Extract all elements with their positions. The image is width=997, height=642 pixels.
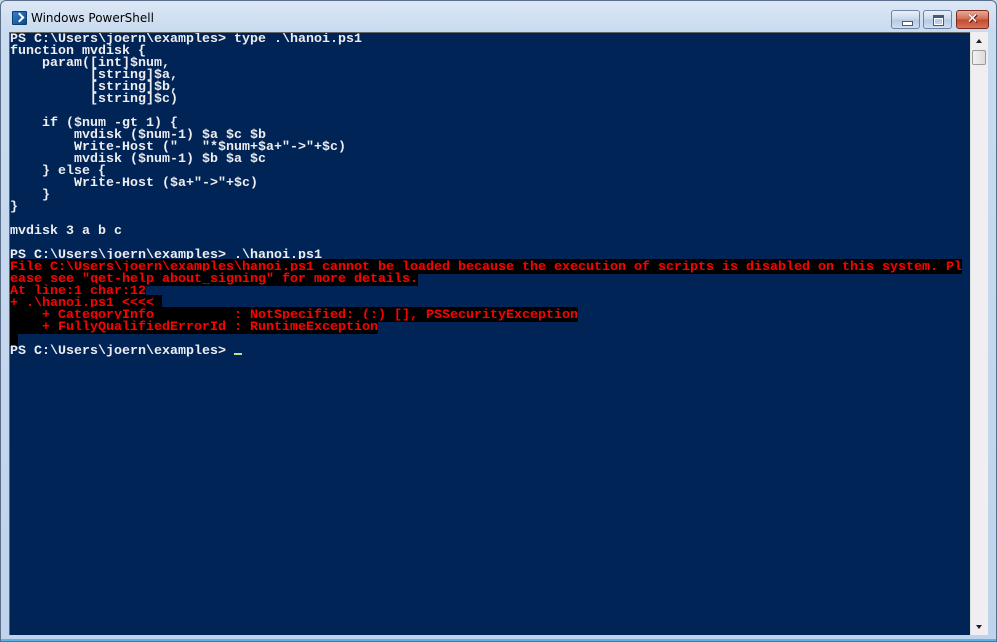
console-line: Write-Host ($a+"->"+$c) [10,176,970,189]
console-line-text: } [10,199,18,214]
title-bar[interactable]: Windows PowerShell ✕ [1,1,996,33]
close-button[interactable]: ✕ [956,10,989,29]
console-line: mvdisk ($num-1) $b $a $c [10,152,970,165]
console-line-text: mvdisk 3 a b c [10,223,122,238]
window-bottom-border [1,639,996,641]
console-line: PS C:\Users\joern\examples> type .\hanoi… [10,33,970,45]
maximize-icon [933,15,944,26]
scroll-down-arrow-icon [976,625,982,629]
vertical-scrollbar[interactable] [970,32,988,635]
console-line: [string]$c) [10,91,970,106]
powershell-window: Windows PowerShell ✕ PS C:\Users\joern\e… [0,0,997,642]
console-line: mvdisk 3 a b c [10,223,970,238]
scroll-thumb[interactable] [972,50,986,65]
close-icon: ✕ [966,11,979,27]
console-error-line: + FullyQualifiedErrorId : RuntimeExcepti… [10,319,970,334]
console-line: } [10,188,970,201]
maximize-button[interactable] [923,10,952,29]
console-line-text: + FullyQualifiedErrorId : RuntimeExcepti… [10,319,378,334]
console-line: PS C:\Users\joern\examples> [10,343,970,358]
powershell-icon[interactable] [12,11,27,25]
console-output[interactable]: PS C:\Users\joern\examples> type .\hanoi… [9,32,970,635]
minimize-button[interactable] [891,10,920,29]
console-text[interactable]: PS C:\Users\joern\examples> type .\hanoi… [10,33,970,357]
console-line: } [10,199,970,214]
console-error-line: ease see "get-help about_signing" for mo… [10,271,970,286]
console-line-text: [string]$c) [10,91,178,106]
minimize-icon [902,21,913,26]
scroll-down-button[interactable] [971,618,988,635]
console-line-text: PS C:\Users\joern\examples> [10,343,234,358]
scroll-up-arrow-icon [976,39,982,43]
text-cursor [234,353,242,355]
scroll-up-button[interactable] [971,32,988,49]
window-title: Windows PowerShell [31,11,154,25]
